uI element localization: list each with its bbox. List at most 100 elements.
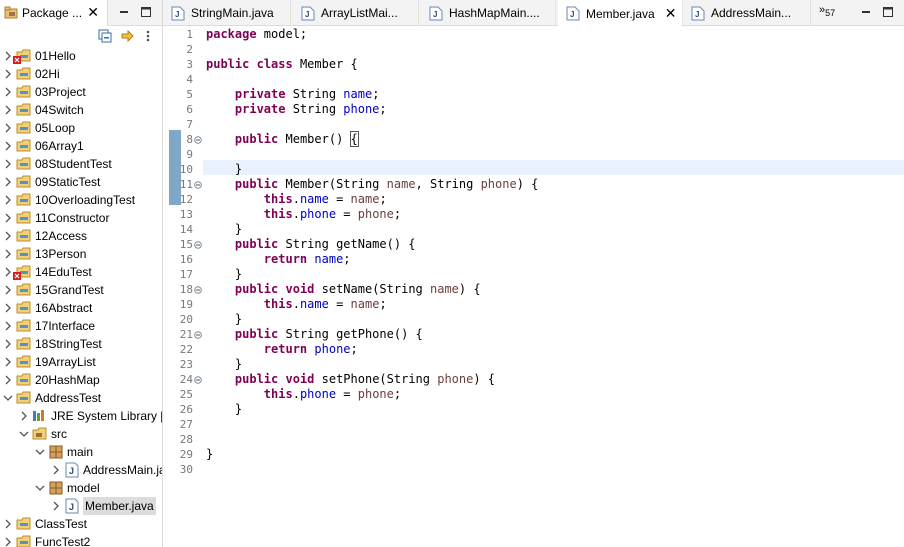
chevron-down-icon[interactable]	[19, 429, 29, 439]
tree-item[interactable]: src	[0, 425, 162, 443]
editor-tab[interactable]: J HashMapMain....	[421, 0, 556, 26]
chevron-right-icon[interactable]	[3, 195, 13, 205]
line-number-gutter: 1 2 3 4 5 6 7 8 9 10 11 12 13 14 15 16 17 18 19 20 21 22 23 24 2…	[163, 26, 203, 547]
tree-item[interactable]: 04Switch	[0, 101, 162, 119]
editor-tab[interactable]: J ArrayListMai...	[293, 0, 419, 26]
tree-item-label: 05Loop	[35, 121, 76, 135]
chevron-down-icon[interactable]	[35, 483, 45, 493]
tree-item[interactable]: 13Person	[0, 245, 162, 263]
line-number: 30	[179, 463, 193, 476]
fold-collapse-icon[interactable]	[194, 136, 202, 144]
close-icon[interactable]: ✕	[665, 5, 677, 22]
project-folder-icon	[16, 157, 31, 170]
chevron-right-icon[interactable]	[3, 177, 13, 187]
chevron-right-icon[interactable]	[3, 357, 13, 367]
chevron-down-icon[interactable]	[35, 447, 45, 457]
line-number: 2	[186, 43, 193, 56]
chevron-right-icon[interactable]	[3, 375, 13, 385]
code-token: setName(String	[314, 282, 430, 296]
chevron-right-icon[interactable]	[3, 231, 13, 241]
tree-item[interactable]: 15GrandTest	[0, 281, 162, 299]
chevron-right-icon[interactable]	[51, 501, 61, 511]
tree-item[interactable]: JRE System Library [J	[0, 407, 162, 425]
chevron-right-icon[interactable]	[3, 285, 13, 295]
field-token: name	[299, 192, 329, 206]
tree-item[interactable]: 02Hi	[0, 65, 162, 83]
tree-item[interactable]: 01Hello	[0, 47, 162, 65]
editor-tab[interactable]: J AddressMain...	[683, 0, 811, 26]
code-token: String getPhone() {	[278, 327, 423, 341]
parameter-token: name	[350, 297, 380, 311]
chevron-right-icon[interactable]	[3, 537, 13, 547]
tree-item[interactable]: ClassTest	[0, 515, 162, 533]
tree-item[interactable]: 10OverloadingTest	[0, 191, 162, 209]
chevron-right-icon[interactable]	[51, 465, 61, 475]
tree-item[interactable]: J Member.java	[0, 497, 162, 515]
fold-collapse-icon[interactable]	[194, 286, 202, 294]
chevron-right-icon[interactable]	[3, 105, 13, 115]
keyword-token: this	[263, 192, 293, 206]
chevron-right-icon[interactable]	[3, 303, 13, 313]
tree-item[interactable]: 09StaticTest	[0, 173, 162, 191]
chevron-right-icon[interactable]	[19, 411, 29, 421]
chevron-right-icon[interactable]	[3, 141, 13, 151]
chevron-down-icon[interactable]	[3, 393, 13, 403]
tree-item[interactable]: J AddressMain.ja	[0, 461, 162, 479]
chevron-right-icon[interactable]	[3, 213, 13, 223]
chevron-right-icon[interactable]	[3, 267, 13, 277]
tree-item[interactable]: 20HashMap	[0, 371, 162, 389]
tree-item[interactable]: 14EduTest	[0, 263, 162, 281]
code-editor[interactable]: package model; public class Member { priv…	[203, 26, 904, 547]
code-line: public void setPhone(String phone) {	[206, 372, 495, 387]
minimize-icon[interactable]	[118, 6, 130, 18]
tree-item[interactable]: FuncTest2	[0, 533, 162, 547]
chevron-right-icon[interactable]	[3, 87, 13, 97]
view-menu-icon[interactable]	[144, 29, 152, 43]
editor-maximize-icon[interactable]	[882, 6, 894, 18]
chevron-right-icon[interactable]	[3, 339, 13, 349]
tree-item[interactable]: 12Access	[0, 227, 162, 245]
chevron-right-icon[interactable]	[3, 51, 13, 61]
fold-collapse-icon[interactable]	[194, 241, 202, 249]
tree-item[interactable]: 06Array1	[0, 137, 162, 155]
line-number: 21	[179, 328, 193, 341]
editor-minimize-icon[interactable]	[860, 6, 872, 18]
editor-tab[interactable]: J StringMain.java	[163, 0, 291, 26]
package-explorer-tab[interactable]: Package ... ✕	[0, 0, 108, 26]
tree-item[interactable]: 05Loop	[0, 119, 162, 137]
tree-item[interactable]: 08StudentTest	[0, 155, 162, 173]
chevron-right-icon[interactable]	[3, 249, 13, 259]
chevron-right-icon[interactable]	[3, 69, 13, 79]
line-number: 23	[179, 358, 193, 371]
tree-item[interactable]: 03Project	[0, 83, 162, 101]
tree-item[interactable]: 18StringTest	[0, 335, 162, 353]
tree-item[interactable]: main	[0, 443, 162, 461]
project-folder-icon	[16, 67, 31, 80]
tree-item[interactable]: 17Interface	[0, 317, 162, 335]
link-with-editor-icon[interactable]	[120, 29, 134, 43]
tree-item[interactable]: 16Abstract	[0, 299, 162, 317]
editor-tab[interactable]: J Member.java ✕	[558, 0, 683, 27]
close-icon[interactable]: ✕	[87, 5, 99, 19]
more-tabs-count: 57	[825, 8, 836, 19]
fold-collapse-icon[interactable]	[194, 376, 202, 384]
chevron-right-icon[interactable]	[3, 159, 13, 169]
chevron-right-icon[interactable]	[3, 321, 13, 331]
chevron-right-icon[interactable]	[3, 123, 13, 133]
code-token: .	[292, 207, 300, 221]
library-icon	[33, 410, 44, 421]
code-line: public Member(String name, String phone)…	[206, 177, 538, 192]
more-tabs-button[interactable]: »57	[819, 4, 835, 18]
tree-item[interactable]: 11Constructor	[0, 209, 162, 227]
tree-item[interactable]: model	[0, 479, 162, 497]
tree-item[interactable]: AddressTest	[0, 389, 162, 407]
fold-collapse-icon[interactable]	[194, 181, 202, 189]
collapse-all-icon[interactable]	[98, 29, 112, 43]
tree-item[interactable]: 19ArrayList	[0, 353, 162, 371]
maximize-icon[interactable]	[140, 6, 152, 18]
keyword-token: private	[234, 102, 286, 116]
chevron-right-icon[interactable]	[3, 519, 13, 529]
fold-collapse-icon[interactable]	[194, 331, 202, 339]
